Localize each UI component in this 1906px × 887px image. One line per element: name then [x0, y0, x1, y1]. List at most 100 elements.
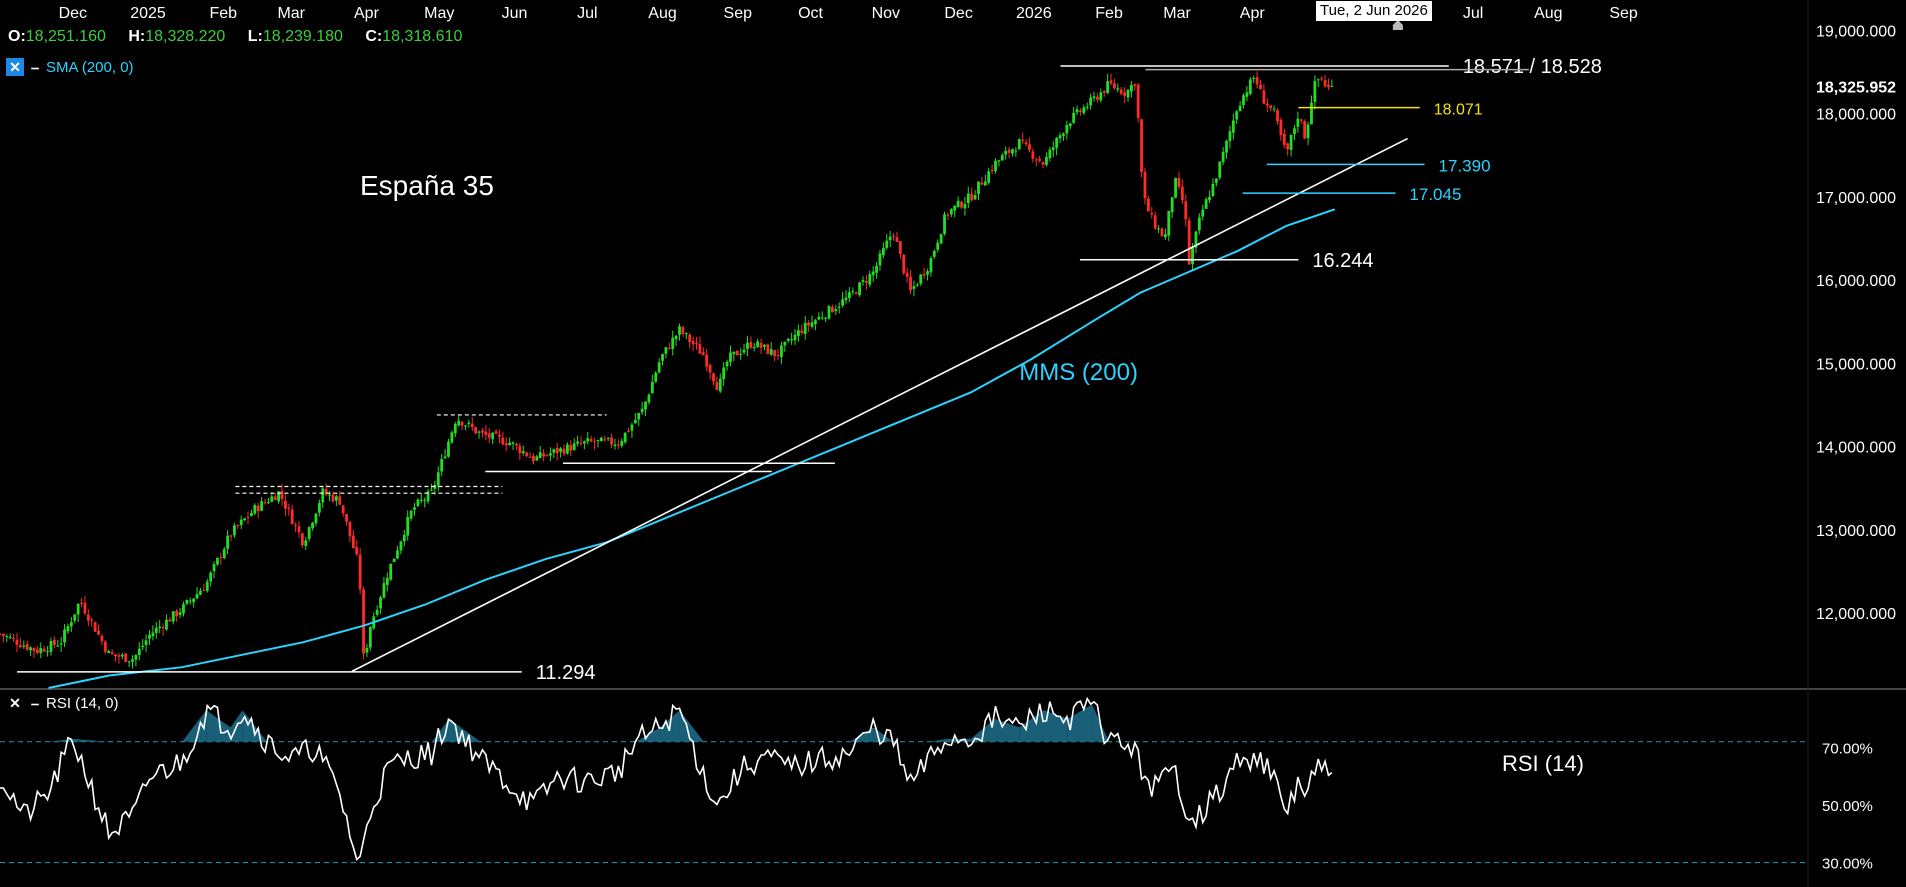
candle-body [532, 455, 535, 462]
candle-body [766, 344, 770, 354]
candle-body [824, 317, 828, 319]
candle-body [847, 292, 851, 299]
candle-body [216, 557, 219, 565]
candle-body [885, 240, 889, 248]
candle-body [1282, 133, 1286, 145]
candle-body [1252, 77, 1256, 79]
candle-body [450, 432, 454, 443]
candle-body [1293, 128, 1296, 135]
candle-body [331, 494, 335, 502]
candle-body [131, 659, 134, 662]
candle-body [464, 425, 467, 427]
candle-body [671, 337, 675, 349]
candle-body [637, 413, 641, 420]
candle-body [949, 209, 953, 215]
candle-body [990, 169, 994, 171]
candle-body [501, 437, 505, 445]
candle-body [1221, 151, 1225, 163]
x-axis-tick-label: May [424, 5, 454, 22]
candle-body [820, 317, 824, 319]
candle-body [144, 640, 148, 646]
candle-body [100, 635, 104, 642]
candle-body [1017, 139, 1021, 150]
candle-body [732, 351, 736, 355]
candle-body [518, 446, 522, 454]
candle-body [1184, 201, 1188, 220]
candle-body [708, 365, 712, 373]
candle-body [827, 305, 831, 319]
candle-body [195, 593, 199, 599]
candle-body [504, 443, 508, 446]
candle-body [1170, 197, 1174, 213]
candle-body [97, 630, 100, 635]
candle-body [603, 439, 607, 441]
candle-body [630, 424, 634, 431]
candle-body [718, 378, 722, 392]
candle-body [939, 234, 943, 244]
candle-body [627, 431, 630, 433]
candle-body [436, 472, 440, 486]
candle-body [236, 525, 240, 527]
chart-background [0, 0, 1906, 887]
candle-body [154, 627, 158, 633]
candle-body [769, 349, 773, 355]
candle-body [803, 322, 807, 335]
candle-body [283, 500, 287, 509]
candle-body [392, 558, 396, 563]
y-axis-tick-label: 16,000.000 [1816, 273, 1896, 290]
candle-body [1327, 84, 1330, 88]
candle-body [56, 645, 60, 647]
candle-body [304, 540, 308, 546]
candle-body [1109, 80, 1113, 84]
candle-body [474, 427, 478, 434]
candle-body [1201, 209, 1205, 217]
candle-body [919, 274, 923, 284]
candle-body [953, 205, 957, 211]
candle-body [1146, 198, 1150, 212]
candle-body [297, 526, 301, 533]
candle-body [654, 372, 658, 382]
candle-body [834, 309, 838, 312]
candle-body [1248, 79, 1252, 94]
candle-body [725, 361, 729, 367]
candle-body [470, 423, 474, 428]
x-axis-tick-label: Mar [1163, 5, 1191, 22]
candle-body [946, 214, 950, 216]
candle-body [382, 583, 386, 598]
candle-body [233, 525, 236, 536]
candle-body [0, 633, 2, 635]
candle-body [613, 444, 617, 447]
candle-body [362, 589, 365, 654]
candle-body [861, 280, 865, 282]
collapse-rsi-icon[interactable]: ⎯ [26, 694, 44, 712]
close-rsi-icon[interactable]: ✕ [6, 694, 24, 712]
candle-body [355, 547, 359, 555]
candle-body [1279, 119, 1283, 136]
candle-body [1316, 79, 1320, 81]
candle-body [1265, 103, 1269, 106]
level-label: 17.045 [1409, 185, 1461, 204]
candle-body [222, 549, 226, 559]
candle-body [1028, 144, 1031, 150]
candle-body [49, 640, 53, 652]
candle-body [1163, 234, 1167, 238]
candle-body [936, 242, 940, 250]
candle-body [1330, 85, 1334, 87]
ohlc-readout: O:18,251.160 H:18,328.220 L:18,239.180 C… [8, 28, 480, 46]
candle-body [66, 626, 70, 632]
candle-body [487, 433, 491, 438]
candle-body [790, 339, 794, 341]
candle-body [263, 502, 267, 504]
candle-body [1208, 197, 1211, 201]
price-chart[interactable]: Dec 2025 Feb Mar Apr May Jun Jul Aug Sep Oct Nov Dec… [0, 0, 1906, 887]
candle-body [739, 353, 743, 355]
candle-body [32, 647, 36, 651]
close-indicator-icon[interactable]: ✕ [6, 58, 24, 76]
candle-body [657, 362, 661, 373]
candle-body [294, 524, 297, 526]
candle-body [1269, 105, 1273, 109]
candle-body [63, 629, 66, 643]
collapse-indicator-icon[interactable]: ⎯ [26, 58, 44, 76]
candle-body [797, 330, 800, 337]
candle-body [419, 499, 423, 501]
